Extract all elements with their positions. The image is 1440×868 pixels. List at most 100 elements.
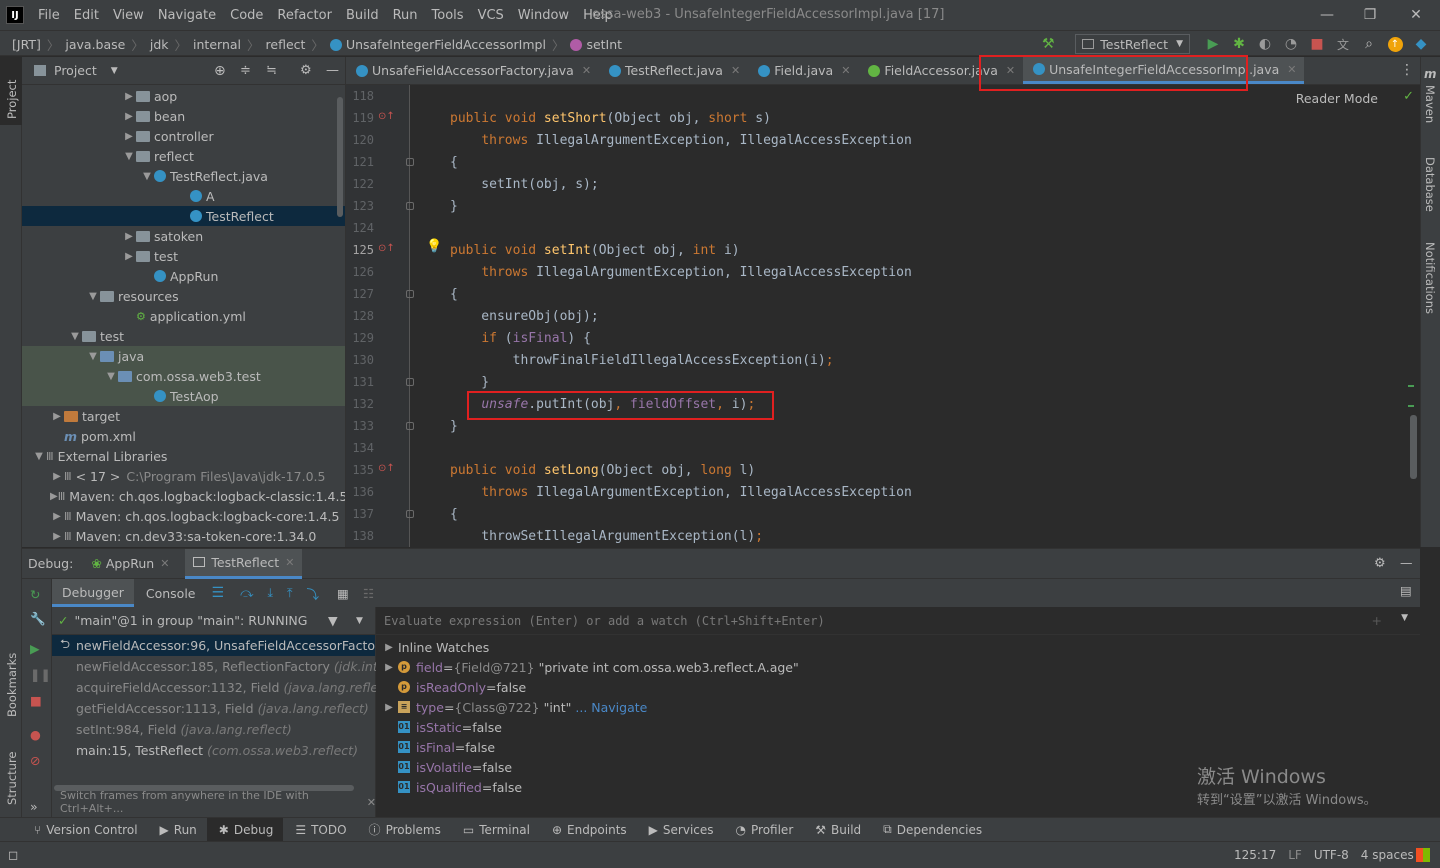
close-window-icon[interactable]: ✕ [1405,4,1427,26]
chevron-right-icon[interactable]: ▶ [380,702,398,713]
chevron-down-icon[interactable]: ▼ [1401,613,1408,623]
stack-frame[interactable]: acquireFieldAccessor:1132, Field (java.la… [52,677,395,698]
chevron-down-icon[interactable]: ▼ [140,171,154,182]
menu-item-window[interactable]: Window [518,8,569,23]
evaluate-icon[interactable]: ▦ [337,586,349,601]
tree-item[interactable]: TestReflect [22,206,345,226]
breadcrumb-item[interactable]: reflect [266,37,306,52]
bottom-tab-profiler[interactable]: ◔ Profiler [724,823,804,837]
tree-item[interactable]: ▼ TestReflect.java [22,166,345,186]
breadcrumb-item[interactable]: internal [193,37,241,52]
debug-bug-icon[interactable]: ✱ [1229,34,1249,54]
chevron-down-icon[interactable]: ▼ [86,291,100,302]
chevron-right-icon[interactable]: ▶ [122,111,136,122]
bottom-tab-problems[interactable]: ⓘ Problems [357,821,451,838]
project-scrollbar[interactable] [337,97,343,217]
tree-item[interactable]: ▶ test [22,246,345,266]
chevron-down-icon[interactable]: ▼ [104,371,118,382]
hide-panel-icon[interactable]: — [326,63,339,78]
chevron-right-icon[interactable]: ▶ [122,251,136,262]
maven-stripe-label[interactable]: Maven [1423,85,1437,123]
wrench-icon[interactable]: 🔧 [30,611,46,627]
tree-item[interactable]: ▼ com.ossa.web3.test [22,366,345,386]
jetbrains-ai-icon[interactable]: ◆ [1411,34,1431,54]
tree-item[interactable]: ▶ Ⅲ Maven: cn.dev33:sa-token-core:1.34.0 [22,526,345,546]
tree-item[interactable]: ▶ satoken [22,226,345,246]
more-icon[interactable]: » [30,799,38,814]
menu-item-view[interactable]: View [113,8,144,23]
editor-scrollbar[interactable] [1410,415,1417,479]
close-icon[interactable]: ✕ [160,557,169,570]
tree-item[interactable]: ▼ reflect [22,146,345,166]
run-to-cursor-icon[interactable]: ⤵ [307,584,320,603]
tree-item[interactable]: ▶ controller [22,126,345,146]
pause-icon[interactable]: ❚❚ [30,667,51,682]
trace-icon[interactable]: ☷ [363,586,374,601]
stop-icon[interactable]: ■ [1307,34,1327,54]
variable-row[interactable]: ▶ ≡ type = {Class@722} "int"... Navigate [376,697,647,717]
fold-icon[interactable] [406,290,414,298]
editor-tab[interactable]: Field.java ✕ [748,57,858,84]
override-marker-icon[interactable]: ⊙↑ [378,463,395,474]
session-tab-testreflect[interactable]: TestReflect ✕ [185,548,303,579]
bottom-tab-services[interactable]: ▶ Services [637,823,724,837]
stack-frame[interactable]: getFieldAccessor:1113, Field (java.lang.r… [52,698,375,719]
menu-item-edit[interactable]: Edit [74,8,99,23]
update-icon[interactable]: ↑ [1385,34,1405,54]
tree-item[interactable]: ▶ bean [22,106,345,126]
layout-toggle-icon[interactable]: ◻ [8,847,18,862]
thread-selector[interactable]: ✓ "main"@1 in group "main": RUNNING ▼ ▼ [52,607,375,635]
bottom-tab-debug[interactable]: ✱ Debug [206,817,284,842]
close-icon[interactable]: ✕ [285,556,294,569]
tree-item[interactable]: ▼ java [22,346,345,366]
profile-icon[interactable]: ◔ [1281,34,1301,54]
step-over-icon[interactable]: ⤼ [240,585,253,601]
chevron-down-icon[interactable]: ▼ [68,331,82,342]
chevron-right-icon[interactable]: ▶ [50,491,58,502]
translate-icon[interactable]: 文 [1333,34,1353,54]
database-stripe-label[interactable]: Database [1423,157,1437,212]
intention-bulb-icon[interactable]: 💡 [426,239,442,254]
add-watch-icon[interactable]: + [1372,613,1382,628]
hide-panel-icon[interactable]: — [1400,555,1413,570]
fold-icon[interactable] [406,378,414,386]
breadcrumb-item[interactable]: java.base [65,37,125,52]
breadcrumb-item[interactable]: setInt [586,37,622,52]
close-tab-icon[interactable]: ✕ [841,64,850,77]
restore-icon[interactable]: ❐ [1359,4,1381,26]
stack-frame[interactable]: main:15, TestReflect (com.ossa.web3.refle… [52,740,375,761]
menu-item-refactor[interactable]: Refactor [277,8,332,23]
editor-tab[interactable]: TestReflect.java ✕ [599,57,748,84]
chevron-right-icon[interactable]: ▶ [380,662,398,673]
variable-row[interactable]: ▶ p field = {Field@721} "private int com.os… [376,657,799,677]
menu-item-code[interactable]: Code [230,8,263,23]
build-hammer-icon[interactable]: ⚒ [1038,34,1058,54]
chevron-right-icon[interactable]: ▶ [122,131,136,142]
menu-item-build[interactable]: Build [346,8,379,23]
bottom-tab-endpoints[interactable]: ⊕ Endpoints [540,823,637,837]
chevron-right-icon[interactable]: ▶ [50,531,64,542]
chevron-down-icon[interactable]: ▼ [122,151,136,162]
session-tab-apprun[interactable]: AppRun [106,556,154,571]
gear-icon[interactable]: ⚙ [1374,556,1386,571]
search-icon[interactable]: ⌕ [1359,34,1379,54]
stop-icon[interactable]: ■ [30,693,42,708]
project-view-select[interactable]: Project [54,63,97,78]
collapse-all-icon[interactable]: ≒ [266,63,277,78]
menu-item-file[interactable]: File [38,8,60,23]
coverage-icon[interactable]: ◐ [1255,34,1275,54]
bottom-tab-run[interactable]: ▶ Run [148,823,207,837]
chevron-down-icon[interactable]: ▼ [86,351,100,362]
more-tabs-icon[interactable]: ⋮ [1400,62,1414,78]
tree-item[interactable]: ▶ Ⅲ < 17 > C:\Program Files\Java\jdk-17.0.5 [22,466,345,486]
bottom-tab-todo[interactable]: ☰ TODO [283,823,356,837]
variable-row[interactable]: 01 isQualified = false [376,777,522,797]
breadcrumb-item[interactable]: [JRT] [12,37,41,52]
fold-icon[interactable] [406,158,414,166]
tree-item[interactable]: ⚙ application.yml [22,306,345,326]
chevron-right-icon[interactable]: ▶ [122,91,136,102]
close-tab-icon[interactable]: ✕ [731,64,740,77]
resume-icon[interactable]: ▶ [30,641,40,656]
navigate-link[interactable]: ... Navigate [575,700,647,715]
reader-mode-button[interactable]: Reader Mode [1296,91,1378,106]
